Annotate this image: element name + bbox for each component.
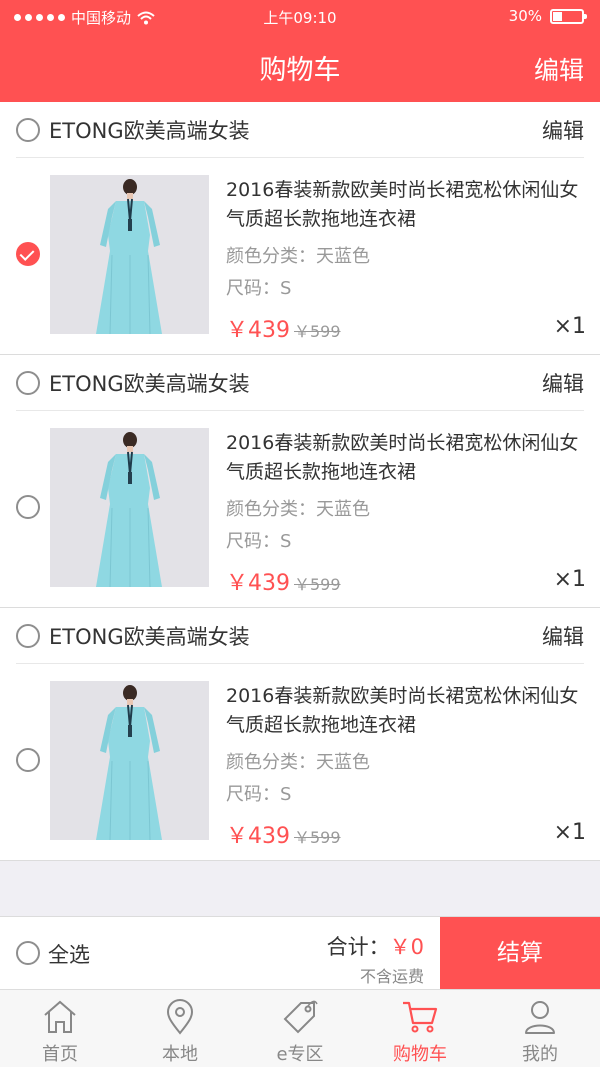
status-bar: 中国移动 上午09:10 30% (0, 0, 600, 34)
product-title[interactable]: 2016春装新款欧美时尚长裙宽松休闲仙女气质超长款拖地连衣裙 (226, 429, 586, 487)
select-all-checkbox[interactable] (16, 941, 40, 965)
tab-label: 我的 (522, 1044, 558, 1065)
cart-list: ETONG欧美高端女装 编辑 2016春装新款欧美时尚长裙宽松休闲仙女气质超长款… (0, 102, 600, 861)
product-info: 2016春装新款欧美时尚长裙宽松休闲仙女气质超长款拖地连衣裙 颜色分类：天蓝色 … (226, 176, 586, 299)
product-image[interactable] (50, 681, 209, 840)
total-price: 合计：￥0 (327, 931, 424, 961)
tab-item[interactable]: 首页 (0, 990, 120, 1067)
cart-icon (403, 1001, 438, 1033)
item-select-checkbox[interactable] (16, 242, 40, 266)
item-select-checkbox[interactable] (16, 748, 40, 772)
page-title: 购物车 (259, 55, 341, 86)
location-icon (166, 999, 194, 1035)
shop-name[interactable]: ETONG欧美高端女装 (49, 368, 250, 398)
price-row: ￥439 ￥599 ×1 (226, 818, 586, 849)
product-size: 尺码：S (226, 531, 292, 552)
edit-button[interactable]: 编辑 (534, 51, 584, 87)
cart-shop-group: ETONG欧美高端女装 编辑 2016春装新款欧美时尚长裙宽松休闲仙女气质超长款… (0, 608, 600, 861)
product-color: 颜色分类：天蓝色 (226, 499, 370, 520)
tab-item[interactable]: 本地 (120, 990, 240, 1067)
item-select-checkbox[interactable] (16, 495, 40, 519)
tab-label: e专区 (276, 1044, 324, 1065)
select-all-label[interactable]: 全选 (48, 939, 90, 969)
total-amount: ￥0 (389, 935, 424, 959)
battery-percent: 30% (508, 7, 542, 25)
total-label: 合计： (326, 935, 390, 959)
product-image[interactable] (50, 428, 209, 587)
cart-shop-group: ETONG欧美高端女装 编辑 2016春装新款欧美时尚长裙宽松休闲仙女气质超长款… (0, 102, 600, 355)
shop-name[interactable]: ETONG欧美高端女装 (49, 621, 250, 651)
user-icon (525, 1001, 555, 1034)
shop-header: ETONG欧美高端女装 编辑 (16, 608, 584, 664)
product-quantity: ×1 (553, 314, 586, 339)
shop-select-checkbox[interactable] (16, 371, 40, 395)
shop-select-checkbox[interactable] (16, 624, 40, 648)
tab-item[interactable]: e专区 (240, 990, 360, 1067)
tab-bar: 首页 本地 e专区 购物车 我的 (0, 989, 600, 1067)
checkout-bar: 全选 合计：￥0 不含运费 结算 (0, 916, 600, 990)
price-row: ￥439 ￥599 ×1 (226, 312, 586, 343)
product-price: ￥439 (226, 824, 290, 849)
product-title[interactable]: 2016春装新款欧美时尚长裙宽松休闲仙女气质超长款拖地连衣裙 (226, 176, 586, 234)
original-price: ￥599 (294, 828, 341, 847)
product-info: 2016春装新款欧美时尚长裙宽松休闲仙女气质超长款拖地连衣裙 颜色分类：天蓝色 … (226, 682, 586, 805)
shop-select-checkbox[interactable] (16, 118, 40, 142)
product-color: 颜色分类：天蓝色 (226, 752, 370, 773)
tag-icon (283, 1000, 318, 1034)
shop-name[interactable]: ETONG欧美高端女装 (49, 115, 250, 145)
original-price: ￥599 (294, 575, 341, 594)
product-quantity: ×1 (553, 567, 586, 592)
shop-edit-button[interactable]: 编辑 (542, 368, 584, 398)
shipping-note: 不含运费 (359, 967, 424, 986)
shop-header: ETONG欧美高端女装 编辑 (16, 102, 584, 158)
tab-item[interactable]: 我的 (480, 990, 600, 1067)
shop-edit-button[interactable]: 编辑 (542, 115, 584, 145)
price-row: ￥439 ￥599 ×1 (226, 565, 586, 596)
product-size: 尺码：S (226, 278, 292, 299)
product-price: ￥439 (226, 571, 290, 596)
product-color: 颜色分类：天蓝色 (226, 246, 370, 267)
tab-item[interactable]: 购物车 (360, 990, 480, 1067)
product-info: 2016春装新款欧美时尚长裙宽松休闲仙女气质超长款拖地连衣裙 颜色分类：天蓝色 … (226, 429, 586, 552)
battery-icon (550, 8, 587, 24)
product-size: 尺码：S (226, 784, 292, 805)
product-title[interactable]: 2016春装新款欧美时尚长裙宽松休闲仙女气质超长款拖地连衣裙 (226, 682, 586, 740)
checkout-button[interactable]: 结算 (440, 917, 600, 990)
home-icon (44, 1000, 76, 1033)
header-bar: 中国移动 上午09:10 30% 购物车 编辑 (0, 0, 600, 102)
shop-edit-button[interactable]: 编辑 (542, 621, 584, 651)
shop-header: ETONG欧美高端女装 编辑 (16, 355, 584, 411)
product-quantity: ×1 (553, 820, 586, 845)
product-price: ￥439 (226, 318, 290, 343)
cart-shop-group: ETONG欧美高端女装 编辑 2016春装新款欧美时尚长裙宽松休闲仙女气质超长款… (0, 355, 600, 608)
tab-label: 本地 (162, 1044, 198, 1065)
original-price: ￥599 (294, 322, 341, 341)
tab-label: 购物车 (393, 1044, 447, 1065)
tab-label: 首页 (42, 1044, 78, 1065)
product-image[interactable] (50, 175, 209, 334)
